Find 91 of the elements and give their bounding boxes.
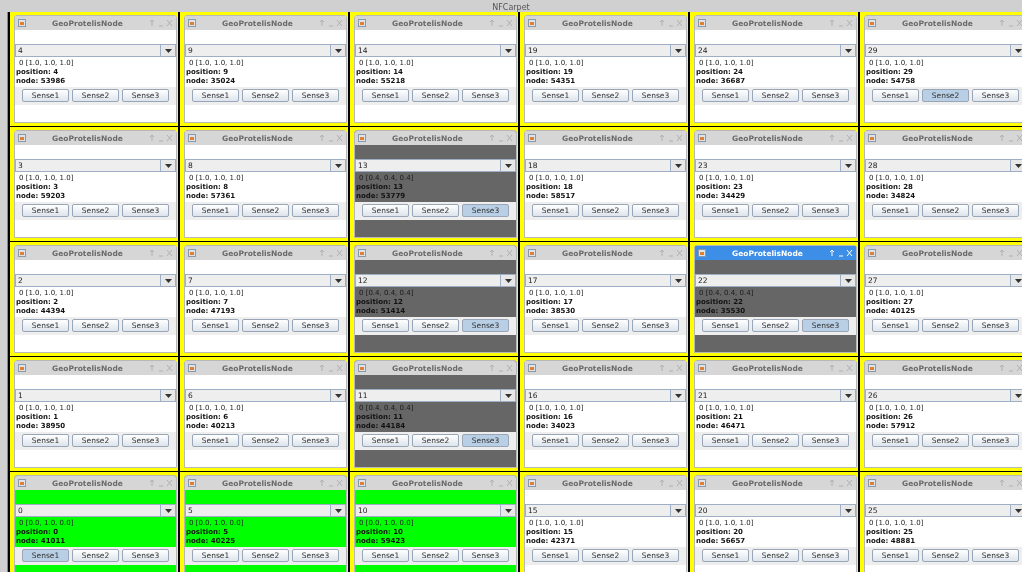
dropdown-arrow-icon [164,393,172,398]
dropdown-arrow-icon [674,163,682,168]
app-icon [698,19,706,27]
window-controls-icon[interactable] [489,479,513,487]
window-controls-icon[interactable] [149,479,173,487]
dropdown-arrow-icon [334,508,342,513]
window-controls-icon[interactable] [319,249,343,257]
app-icon [188,134,196,142]
dropdown-arrow-icon [674,48,682,53]
window-controls-icon[interactable] [829,479,853,487]
app-icon [188,19,196,27]
app-icon [868,479,876,487]
dropdown-arrow-icon [674,393,682,398]
dropdown-arrow-icon [674,278,682,283]
window-controls-icon[interactable] [319,479,343,487]
app-icon [698,134,706,142]
app-icon [358,134,366,142]
dropdown-arrow-icon [164,48,172,53]
dropdown-arrow-icon [1014,393,1022,398]
app-icon [188,364,196,372]
window-controls-icon[interactable] [319,364,343,372]
dropdown-arrow-icon [844,393,852,398]
window-controls-icon[interactable] [829,19,853,27]
window-controls-icon[interactable] [489,134,513,142]
app-icon [528,134,536,142]
window-controls-icon[interactable] [149,134,173,142]
window-controls-icon[interactable] [319,19,343,27]
dropdown-arrow-icon [844,278,852,283]
app-icon [358,364,366,372]
dropdown-arrow-icon [1014,508,1022,513]
window-controls-icon[interactable] [659,134,683,142]
app-icon [358,479,366,487]
dropdown-arrow-icon [164,508,172,513]
dropdown-arrow-icon [334,393,342,398]
dropdown-arrow-icon [164,278,172,283]
window-controls-icon[interactable] [999,19,1022,27]
app-icon [868,134,876,142]
dropdown-arrow-icon [504,163,512,168]
dropdown-arrow-icon [844,508,852,513]
window-controls-icon[interactable] [319,134,343,142]
app-icon [528,479,536,487]
dropdown-arrow-icon [1014,278,1022,283]
dropdown-arrow-icon [1014,48,1022,53]
window-controls-icon[interactable] [489,364,513,372]
dropdown-arrow-icon [164,163,172,168]
dropdown-arrow-icon [504,48,512,53]
window-controls-icon[interactable] [999,249,1022,257]
window-controls-icon[interactable] [489,19,513,27]
app-icon [528,249,536,257]
window-controls-icon[interactable] [659,249,683,257]
app-icon [868,249,876,257]
app-icon [358,19,366,27]
dropdown-arrow-icon [334,48,342,53]
window-controls-icon[interactable] [149,19,173,27]
dropdown-arrow-icon [844,163,852,168]
dropdown-arrow-icon [1014,163,1022,168]
app-icon [698,249,706,257]
window-controls-icon[interactable] [829,134,853,142]
app-icon [18,19,26,27]
window-controls-icon[interactable] [999,479,1022,487]
window-controls-icon[interactable] [829,364,853,372]
app-icon [188,479,196,487]
desktop-title: NFCarpet [492,3,530,12]
window-controls-icon[interactable] [659,19,683,27]
dropdown-arrow-icon [674,508,682,513]
app-icon [528,364,536,372]
dropdown-arrow-icon [334,163,342,168]
dropdown-arrow-icon [504,393,512,398]
window-controls-icon[interactable] [149,249,173,257]
app-icon [868,364,876,372]
dropdown-arrow-icon [504,508,512,513]
window-controls-icon[interactable] [999,364,1022,372]
window-controls-icon[interactable] [149,364,173,372]
app-icon [528,19,536,27]
dropdown-arrow-icon [844,48,852,53]
window-controls-icon[interactable] [659,479,683,487]
window-controls-icon[interactable] [999,134,1022,142]
app-icon [18,249,26,257]
window-controls-icon[interactable] [829,249,853,257]
app-icon [358,249,366,257]
app-icon [18,364,26,372]
dropdown-arrow-icon [334,278,342,283]
dropdown-arrow-icon [504,278,512,283]
app-icon [868,19,876,27]
app-icon [188,249,196,257]
app-icon [18,479,26,487]
app-icon [18,134,26,142]
app-icon [698,364,706,372]
window-controls-icon[interactable] [659,364,683,372]
window-controls-icon[interactable] [489,249,513,257]
app-icon [698,479,706,487]
